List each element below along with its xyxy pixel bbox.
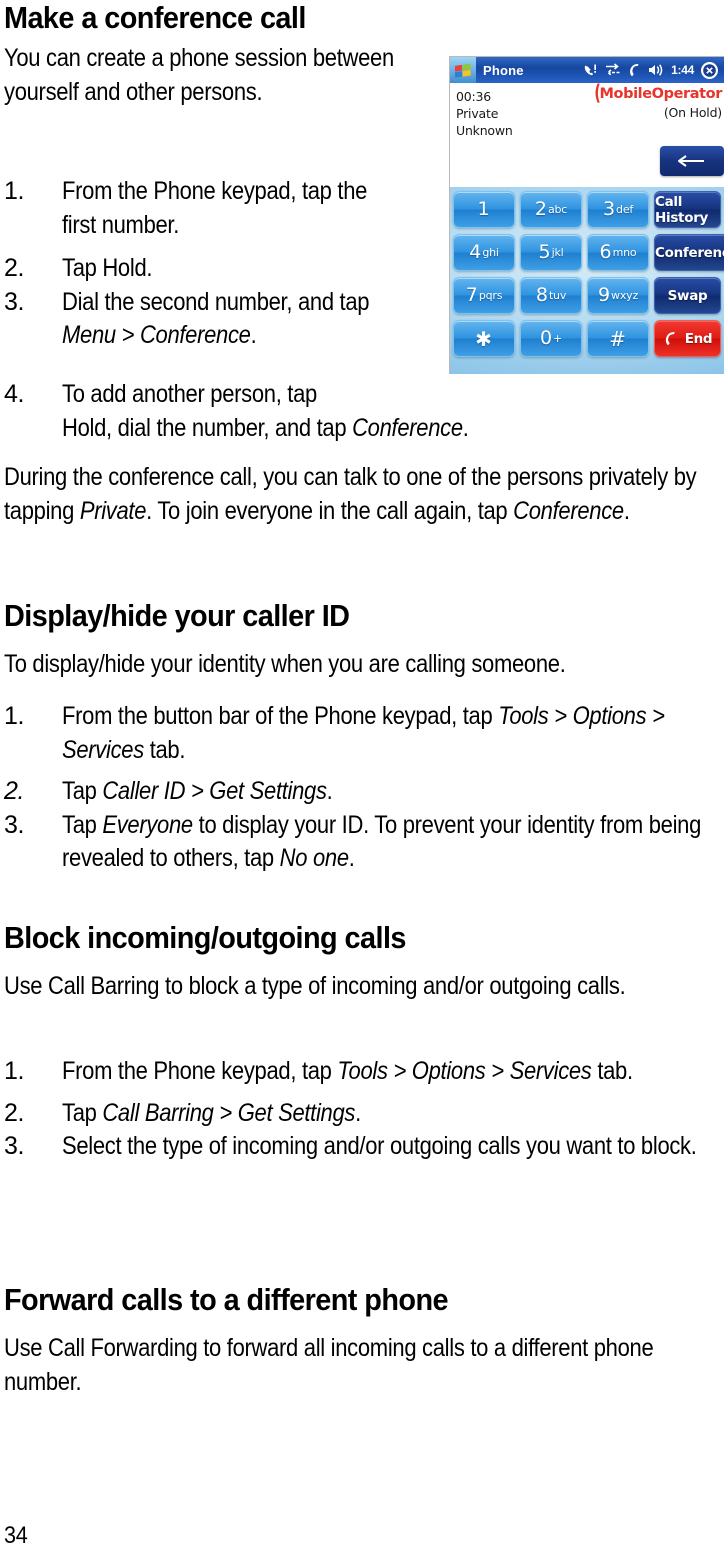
keypad-row: 1 2 abc 3 def Call History	[450, 191, 724, 228]
intro-block-calls: Use Call Barring to block a type of inco…	[4, 972, 626, 1000]
intro-conference: You can create a phone session between y…	[4, 44, 394, 106]
list-marker: 2.	[4, 777, 25, 805]
list-item: 1. From the button bar of the Phone keyp…	[4, 700, 720, 767]
missed-call-icon[interactable]	[583, 63, 598, 78]
steps-block-calls: 1. From the Phone keypad, tap Tools > Op…	[4, 1055, 720, 1164]
keypad-row: ✱ 0 + # End	[450, 320, 724, 357]
phone-screenshot-image: Phone 1:44 (MobileOperator (On Hold) 00:…	[449, 56, 724, 374]
key-6[interactable]: 6 mno	[587, 234, 649, 271]
intro-forward-calls: Use Call Forwarding to forward all incom…	[4, 1334, 654, 1396]
end-call-label: End	[684, 330, 713, 347]
intro-caller-id: To display/hide your identity when you a…	[4, 650, 566, 678]
list-marker: 1.	[4, 702, 25, 730]
list-text: Select the type of incoming and/or outgo…	[62, 1132, 697, 1160]
list-marker: 3.	[4, 810, 25, 839]
device-keypad: 1 2 abc 3 def Call History 4 ghi 5 jkl 6 mno …	[450, 187, 724, 374]
key-star[interactable]: ✱	[453, 320, 515, 357]
list-marker: 3.	[4, 287, 25, 316]
conference-button[interactable]: Conference	[654, 234, 724, 271]
windows-logo-icon	[450, 57, 476, 83]
list-item: 2. Tap Call Barring > Get Settings.	[4, 1097, 720, 1131]
steps-conference-cont: 4. To add another person, tap Hold, dial …	[4, 378, 720, 445]
list-marker: 2.	[4, 1098, 25, 1127]
list-item: 3. Tap Everyone to display your ID. To p…	[4, 809, 720, 876]
call-history-button[interactable]: Call History	[654, 191, 721, 228]
device-status-icons: 1:44	[583, 61, 724, 79]
list-item: 3. Dial the second number, and tap Menu …	[4, 286, 404, 353]
list-marker: 1.	[4, 177, 25, 205]
list-item: 2. Tap Hold.	[4, 252, 404, 286]
list-item: 1. From the Phone keypad, tap the first …	[4, 175, 404, 242]
list-item: 4. To add another person, tap Hold, dial …	[4, 378, 720, 445]
list-item: 1. From the Phone keypad, tap Tools > Op…	[4, 1055, 720, 1089]
key-2[interactable]: 2 abc	[520, 191, 582, 228]
steps-caller-id: 1. From the button bar of the Phone keyp…	[4, 700, 720, 876]
section-heading-forward-calls: Forward calls to a different phone	[4, 1282, 449, 1317]
outro-conference: During the conference call, you can talk…	[4, 463, 697, 525]
list-text: Tap Everyone to display your ID. To prev…	[62, 810, 702, 873]
key-8[interactable]: 8 tuv	[520, 277, 582, 314]
key-0[interactable]: 0 +	[520, 320, 582, 357]
section-heading-caller-id: Display/hide your caller ID	[4, 598, 350, 633]
list-marker: 2.	[4, 254, 25, 282]
device-app-title: Phone	[483, 62, 524, 78]
list-marker: 1.	[4, 1057, 25, 1085]
list-text: Tap Caller ID > Get Settings.	[62, 777, 333, 805]
end-call-button[interactable]: End	[654, 320, 721, 357]
list-marker: 3.	[4, 1132, 25, 1160]
handset-icon	[663, 331, 678, 346]
back-arrow-icon[interactable]	[660, 146, 724, 176]
list-text: Tap Hold.	[62, 254, 153, 282]
key-hash[interactable]: #	[587, 320, 649, 357]
key-4[interactable]: 4 ghi	[453, 234, 515, 271]
device-call-info: (MobileOperator (On Hold) 00:36 Private …	[450, 82, 724, 143]
active-call-icon[interactable]	[628, 63, 641, 78]
list-item: 2. Tap Caller ID > Get Settings.	[4, 775, 720, 809]
manual-page: Phone 1:44 (MobileOperator (On Hold) 00:…	[0, 0, 724, 1566]
list-text: From the button bar of the Phone keypad,…	[62, 702, 665, 764]
list-marker: 4.	[4, 380, 25, 408]
list-item: 3. Select the type of incoming and/or ou…	[4, 1130, 720, 1164]
operator-swoosh-icon: (	[594, 82, 601, 106]
section-heading-block-calls: Block incoming/outgoing calls	[4, 920, 406, 955]
key-7[interactable]: 7 pqrs	[453, 277, 515, 314]
operator-name: (MobileOperator	[594, 82, 722, 106]
section-heading-conference: Make a conference call	[4, 0, 306, 35]
key-1[interactable]: 1	[453, 191, 515, 228]
swap-button[interactable]: Swap	[654, 277, 721, 314]
key-3[interactable]: 3 def	[587, 191, 649, 228]
key-9[interactable]: 9 wxyz	[587, 277, 649, 314]
key-5[interactable]: 5 jkl	[520, 234, 582, 271]
close-icon[interactable]	[701, 61, 718, 79]
page-number: 34	[4, 1522, 28, 1549]
list-text: Dial the second number, and tap Menu > C…	[62, 287, 370, 350]
steps-conference: 1. From the Phone keypad, tap the first …	[4, 175, 404, 353]
data-connection-icon[interactable]	[605, 63, 621, 77]
operator-logo: (MobileOperator (On Hold)	[594, 82, 722, 120]
call-status: (On Hold)	[663, 105, 722, 120]
list-text: From the Phone keypad, tap the first num…	[62, 177, 368, 239]
device-dial-field	[450, 143, 724, 187]
call-line-2: Unknown	[456, 123, 513, 138]
list-text: Tap Call Barring > Get Settings.	[62, 1098, 361, 1127]
speaker-icon[interactable]	[648, 63, 664, 77]
device-clock: 1:44	[671, 63, 694, 77]
keypad-row: 7 pqrs 8 tuv 9 wxyz Swap	[450, 277, 724, 314]
keypad-row: 4ghi 5jkl 6mno Conference	[450, 234, 724, 271]
list-text: To add another person, tap Hold, dial the…	[62, 380, 469, 442]
list-text: From the Phone keypad, tap Tools > Optio…	[62, 1057, 633, 1085]
device-title-bar: Phone 1:44	[450, 57, 724, 83]
